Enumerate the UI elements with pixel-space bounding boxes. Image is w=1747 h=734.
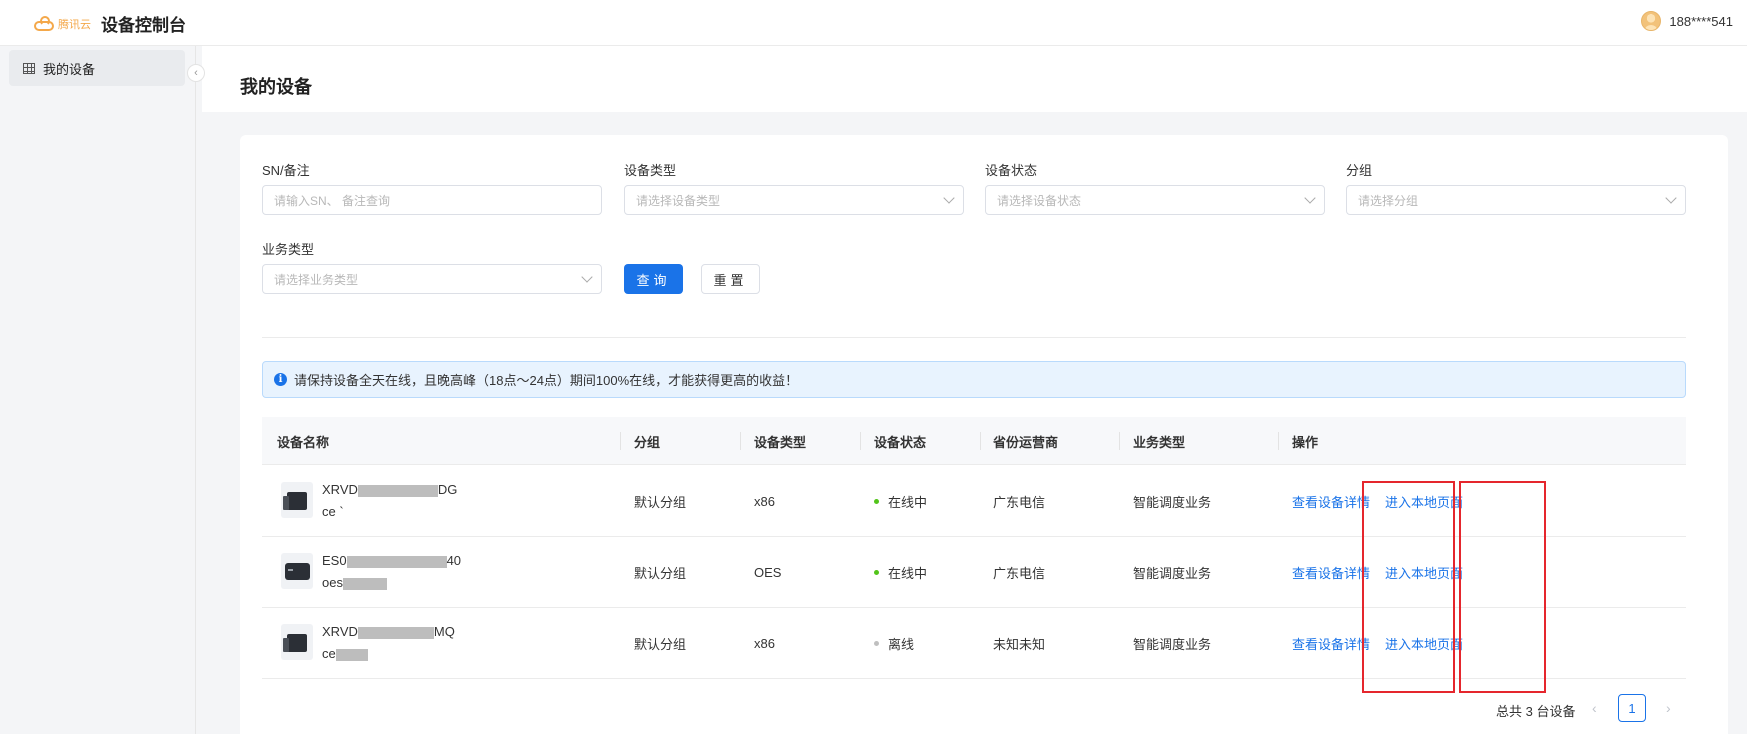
sn-input[interactable]: 请输入SN、 备注查询 (262, 185, 602, 215)
column-header-group: 分组 (634, 434, 661, 450)
highlight-box-local-column (1459, 481, 1546, 693)
column-header-actions: 操作 (1292, 434, 1319, 450)
isp-cell: 广东电信 (993, 565, 1046, 581)
page-number-1[interactable]: 1 (1618, 694, 1646, 722)
column-header-device-name: 设备名称 (277, 434, 330, 450)
group-label: 分组 (1346, 163, 1373, 178)
device-type-cell: x86 (754, 635, 775, 651)
user-menu[interactable]: 188****541 (1641, 11, 1733, 31)
column-separator (1278, 432, 1279, 450)
sidebar: 我的设备 (0, 46, 196, 734)
app-title: 设备控制台 (101, 16, 186, 35)
router-icon (285, 563, 310, 580)
device-name[interactable]: XRVD MQ (322, 624, 455, 639)
page-title-bar: 我的设备 (202, 46, 1747, 112)
column-header-device-type: 设备类型 (754, 434, 807, 450)
column-header-isp: 省份运营商 (993, 434, 1059, 450)
redacted-block (335, 648, 368, 661)
logo-text: 腾讯云 (58, 18, 91, 31)
isp-cell: 广东电信 (993, 494, 1046, 510)
next-page-icon[interactable]: › (1666, 700, 1671, 716)
notice-text: 请保持设备全天在线，且晚高峰（18点～24点）期间100%在线，才能获得更高的收… (294, 373, 799, 388)
device-type-cell: OES (754, 564, 782, 580)
device-type-label: 设备类型 (624, 163, 677, 178)
sn-placeholder: 请输入SN、 备注查询 (274, 193, 391, 208)
avatar[interactable] (1641, 11, 1662, 31)
table-grid-icon (23, 62, 35, 74)
business-type-cell: 智能调度业务 (1133, 494, 1212, 510)
device-status-label: 设备状态 (985, 163, 1038, 178)
isp-cell: 未知未知 (993, 636, 1046, 652)
info-icon: i (274, 373, 287, 386)
chevron-down-icon (1304, 192, 1316, 204)
user-name[interactable]: 188****541 (1669, 14, 1733, 29)
view-device-detail-link[interactable]: 查看设备详情 (1292, 537, 1370, 607)
status-dot-online (874, 569, 879, 575)
main-card: SN/备注 请输入SN、 备注查询 设备类型 请选择设备类型 设备状态 请选择设… (240, 135, 1728, 734)
group-cell: 默认分组 (634, 565, 687, 581)
chevron-down-icon (943, 192, 955, 204)
status-cell: 在线中 (874, 537, 927, 607)
notice-banner: i 请保持设备全天在线，且晚高峰（18点～24点）期间100%在线，才能获得更高… (262, 361, 1686, 398)
filter-divider (262, 337, 1686, 338)
device-name[interactable]: XRVD DG (322, 482, 457, 497)
device-remark: oes (322, 575, 387, 590)
view-device-detail-link[interactable]: 查看设备详情 (1292, 466, 1370, 536)
top-header: 腾讯云 设备控制台 188****541 (0, 0, 1747, 46)
column-header-business-type: 业务类型 (1133, 434, 1186, 450)
view-device-detail-link[interactable]: 查看设备详情 (1292, 608, 1370, 678)
device-type-select[interactable]: 请选择设备类型 (624, 185, 964, 215)
status-cell: 在线中 (874, 466, 927, 536)
sidebar-item-label: 我的设备 (43, 61, 96, 77)
column-header-device-status: 设备状态 (874, 434, 927, 450)
redacted-block (346, 555, 447, 568)
pagination-total: 总共 3 台设备 (1496, 704, 1576, 719)
column-separator (620, 432, 621, 450)
status-dot-online (874, 498, 879, 504)
sidebar-item-my-devices[interactable]: 我的设备 (9, 50, 185, 86)
status-dot-offline (874, 640, 879, 646)
page-title: 我的设备 (240, 77, 312, 97)
status-cell: 离线 (874, 608, 914, 678)
group-select[interactable]: 请选择分组 (1346, 185, 1686, 215)
business-type-select[interactable]: 请选择业务类型 (262, 264, 602, 294)
group-cell: 默认分组 (634, 636, 687, 652)
redacted-block (357, 484, 438, 497)
query-button[interactable]: 查询 (624, 264, 683, 294)
column-separator (740, 432, 741, 450)
business-type-label: 业务类型 (262, 242, 315, 257)
device-thumbnail (281, 624, 313, 660)
device-type-placeholder: 请选择设备类型 (636, 193, 721, 208)
column-separator (980, 432, 981, 450)
highlight-box-detail-column (1362, 481, 1455, 693)
table-header: 设备名称 分组 设备类型 设备状态 省份运营商 业务类型 操作 (262, 417, 1686, 465)
prev-page-icon[interactable]: ‹ (1592, 700, 1597, 716)
business-type-cell: 智能调度业务 (1133, 636, 1212, 652)
device-remark: ce ` (322, 504, 344, 519)
chevron-down-icon (1665, 192, 1677, 204)
device-thumbnail (281, 553, 313, 589)
reset-button[interactable]: 重置 (701, 264, 760, 294)
router-icon (283, 634, 307, 652)
device-type-cell: x86 (754, 493, 775, 509)
column-separator (1119, 432, 1120, 450)
sidebar-collapse-button[interactable]: ‹ (187, 64, 205, 82)
sn-label: SN/备注 (262, 163, 310, 178)
logo[interactable]: 腾讯云 设备控制台 (34, 11, 186, 36)
device-status-select[interactable]: 请选择设备状态 (985, 185, 1325, 215)
device-remark: ce (322, 646, 368, 661)
column-separator (860, 432, 861, 450)
business-type-placeholder: 请选择业务类型 (274, 272, 359, 287)
device-thumbnail (281, 482, 313, 518)
group-cell: 默认分组 (634, 494, 687, 510)
cloud-logo-icon (34, 15, 56, 32)
chevron-down-icon (581, 271, 593, 283)
router-icon (283, 492, 307, 510)
device-name[interactable]: ES0 40 (322, 553, 461, 568)
business-type-cell: 智能调度业务 (1133, 565, 1212, 581)
group-placeholder: 请选择分组 (1358, 193, 1419, 208)
redacted-block (342, 577, 387, 590)
device-status-placeholder: 请选择设备状态 (997, 193, 1082, 208)
redacted-block (357, 626, 434, 639)
